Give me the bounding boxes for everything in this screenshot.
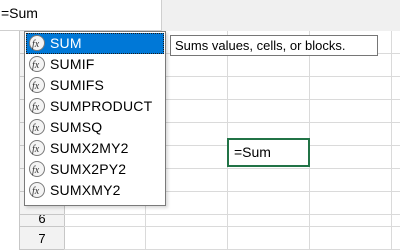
function-icon: fx	[29, 119, 45, 135]
function-icon: fx	[29, 77, 45, 93]
autocomplete-item-label: SUMIFS	[50, 77, 105, 93]
function-icon: fx	[29, 98, 45, 114]
autocomplete-item[interactable]: fx SUMIF	[26, 54, 164, 75]
row-gridline	[64, 214, 400, 215]
svg-text:fx: fx	[32, 60, 40, 71]
autocomplete-item-label: SUMIF	[50, 56, 95, 72]
row-header-7[interactable]: 7	[20, 227, 64, 250]
function-tooltip: Sums values, cells, or blocks.	[170, 35, 378, 56]
autocomplete-item[interactable]: fx SUMIFS	[26, 75, 164, 96]
svg-text:fx: fx	[32, 39, 40, 50]
svg-text:fx: fx	[32, 123, 40, 134]
row-header-6[interactable]: 6	[20, 215, 64, 227]
function-icon: fx	[29, 35, 45, 51]
row-gridline	[64, 226, 400, 227]
autocomplete-item-label: SUM	[50, 35, 82, 51]
svg-text:fx: fx	[32, 186, 40, 197]
autocomplete-item-label: SUMX2MY2	[50, 140, 129, 156]
svg-text:fx: fx	[32, 165, 40, 176]
function-autocomplete-list[interactable]: fx SUM fx SUMIF fx SUMIFS fx SUMPRODUCT fx SUMSQ f…	[24, 31, 166, 206]
function-icon: fx	[29, 182, 45, 198]
formula-bar: =Sum	[0, 0, 400, 32]
function-icon: fx	[29, 56, 45, 72]
column-gridline	[391, 31, 392, 250]
autocomplete-item-label: SUMXMY2	[50, 182, 121, 198]
function-icon: fx	[29, 140, 45, 156]
autocomplete-item[interactable]: fx SUMPRODUCT	[26, 96, 164, 117]
autocomplete-item[interactable]: fx SUM	[26, 33, 164, 54]
autocomplete-item-label: SUMX2PY2	[50, 161, 127, 177]
autocomplete-item[interactable]: fx SUMSQ	[26, 117, 164, 138]
autocomplete-item-label: SUMSQ	[50, 119, 103, 135]
active-cell[interactable]: =Sum	[227, 138, 310, 167]
svg-text:fx: fx	[32, 81, 40, 92]
autocomplete-item[interactable]: fx SUMXMY2	[26, 180, 164, 201]
autocomplete-item-label: SUMPRODUCT	[50, 98, 153, 114]
svg-text:fx: fx	[32, 102, 40, 113]
autocomplete-item[interactable]: fx SUMX2MY2	[26, 138, 164, 159]
autocomplete-item[interactable]: fx SUMX2PY2	[26, 159, 164, 180]
formula-bar-background	[162, 0, 400, 32]
svg-text:fx: fx	[32, 144, 40, 155]
formula-input[interactable]: =Sum	[0, 0, 162, 31]
function-icon: fx	[29, 161, 45, 177]
